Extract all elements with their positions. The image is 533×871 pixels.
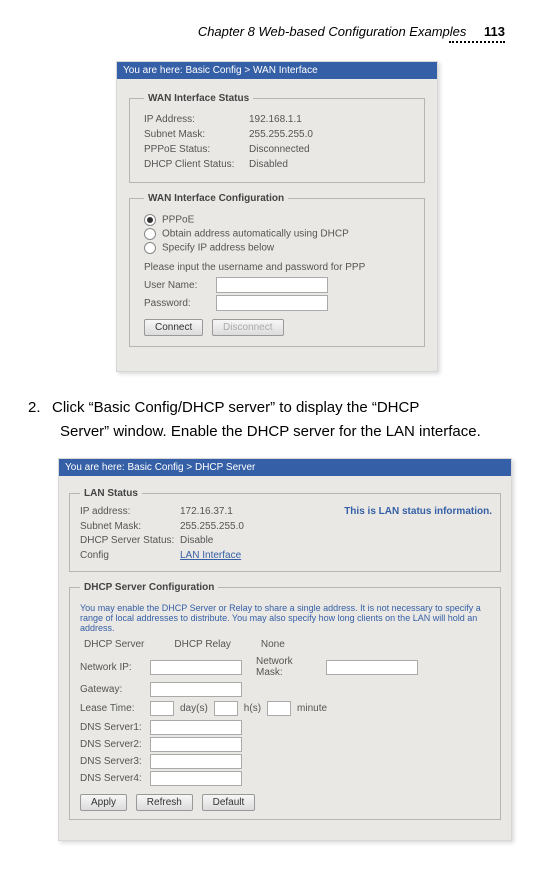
- radio-obtain-dhcp[interactable]: Obtain address automatically using DHCP: [144, 228, 414, 240]
- network-ip-input[interactable]: [150, 660, 242, 675]
- pppoe-label: PPPoE Status:: [144, 142, 249, 157]
- network-ip-label: Network IP:: [80, 662, 144, 673]
- radio-icon: [144, 228, 156, 240]
- dhcp-client-label: DHCP Client Status:: [144, 157, 249, 172]
- username-label: User Name:: [144, 280, 216, 291]
- lease-label: Lease Time:: [80, 703, 144, 714]
- password-label: Password:: [144, 298, 216, 309]
- default-button[interactable]: Default: [202, 794, 256, 811]
- lan-ip-value: 172.16.37.1: [180, 505, 300, 520]
- chapter-title: Chapter 8 Web-based Configuration Exampl…: [198, 24, 467, 39]
- lan-dhcp-value: Disable: [180, 534, 300, 549]
- apply-button[interactable]: Apply: [80, 794, 127, 811]
- running-header: Chapter 8 Web-based Configuration Exampl…: [28, 24, 505, 39]
- network-mask-label: Network Mask:: [256, 656, 320, 678]
- dhcp-client-value: Disabled: [249, 157, 288, 172]
- ip-value: 192.168.1.1: [249, 112, 302, 127]
- radio-pppoe[interactable]: PPPoE: [144, 214, 414, 226]
- gateway-label: Gateway:: [80, 684, 144, 695]
- screenshot-dhcp-server: You are here: Basic Config > DHCP Server…: [58, 458, 512, 841]
- step-text-first: Click “Basic Config/DHCP server” to disp…: [52, 399, 419, 416]
- config-lan-link[interactable]: LAN Interface: [180, 549, 241, 564]
- disconnect-button: Disconnect: [212, 319, 283, 336]
- dns2-label: DNS Server2:: [80, 739, 144, 750]
- config-link-label: Config: [80, 549, 180, 564]
- dhcp-config-legend: DHCP Server Configuration: [80, 582, 218, 593]
- page-number: 113: [484, 24, 505, 39]
- lease-days-unit: day(s): [180, 703, 208, 714]
- wan-status-legend: WAN Interface Status: [144, 93, 253, 104]
- lease-hours-input[interactable]: [214, 701, 238, 716]
- connect-button[interactable]: Connect: [144, 319, 203, 336]
- lan-mask-label: Subnet Mask:: [80, 520, 180, 535]
- lease-hours-unit: h(s): [244, 703, 261, 714]
- lan-mask-value: 255.255.255.0: [180, 520, 300, 535]
- step-text-rest: Server” window. Enable the DHCP server f…: [60, 420, 505, 444]
- network-mask-input[interactable]: [326, 660, 418, 675]
- radio-dhcp-server[interactable]: DHCP Server: [80, 639, 144, 650]
- wan-status-group: WAN Interface Status IP Address:192.168.…: [129, 93, 425, 183]
- lease-min-unit: minute: [297, 703, 327, 714]
- password-input[interactable]: [216, 295, 328, 311]
- lease-days-input[interactable]: [150, 701, 174, 716]
- dhcp-help-text: You may enable the DHCP Server or Relay …: [80, 603, 492, 633]
- pppoe-value: Disconnected: [249, 142, 310, 157]
- ppp-instruction: Please input the username and password f…: [144, 262, 414, 273]
- lease-min-input[interactable]: [267, 701, 291, 716]
- dns1-input[interactable]: [150, 720, 242, 735]
- mask-value: 255.255.255.0: [249, 127, 313, 142]
- lan-status-group: LAN Status IP address:172.16.37.1 This is…: [69, 488, 501, 572]
- dns1-label: DNS Server1:: [80, 722, 144, 733]
- lan-ip-label: IP address:: [80, 505, 180, 520]
- lan-dhcp-label: DHCP Server Status:: [80, 534, 180, 549]
- step-number: 2.: [28, 396, 52, 420]
- mask-label: Subnet Mask:: [144, 127, 249, 142]
- dns4-label: DNS Server4:: [80, 773, 144, 784]
- radio-dhcp-relay[interactable]: DHCP Relay: [170, 639, 231, 650]
- dns2-input[interactable]: [150, 737, 242, 752]
- dns3-label: DNS Server3:: [80, 756, 144, 767]
- dns3-input[interactable]: [150, 754, 242, 769]
- lan-status-legend: LAN Status: [80, 488, 142, 499]
- radio-specify-ip[interactable]: Specify IP address below: [144, 242, 414, 254]
- dns4-input[interactable]: [150, 771, 242, 786]
- radio-none[interactable]: None: [257, 639, 285, 650]
- ip-label: IP Address:: [144, 112, 249, 127]
- header-dots: [449, 41, 505, 43]
- radio-icon: [144, 214, 156, 226]
- wan-config-legend: WAN Interface Configuration: [144, 193, 288, 204]
- wan-config-group: WAN Interface Configuration PPPoE Obtain…: [129, 193, 425, 347]
- username-input[interactable]: [216, 277, 328, 293]
- refresh-button[interactable]: Refresh: [136, 794, 193, 811]
- lan-note: This is LAN status information.: [344, 505, 492, 520]
- gateway-input[interactable]: [150, 682, 242, 697]
- dhcp-config-group: DHCP Server Configuration You may enable…: [69, 582, 501, 820]
- radio-icon: [144, 242, 156, 254]
- breadcrumb: You are here: Basic Config > DHCP Server: [59, 459, 511, 476]
- breadcrumb: You are here: Basic Config > WAN Interfa…: [117, 62, 437, 79]
- body-paragraph: 2.Click “Basic Config/DHCP server” to di…: [28, 396, 505, 444]
- screenshot-wan-interface: You are here: Basic Config > WAN Interfa…: [116, 61, 438, 372]
